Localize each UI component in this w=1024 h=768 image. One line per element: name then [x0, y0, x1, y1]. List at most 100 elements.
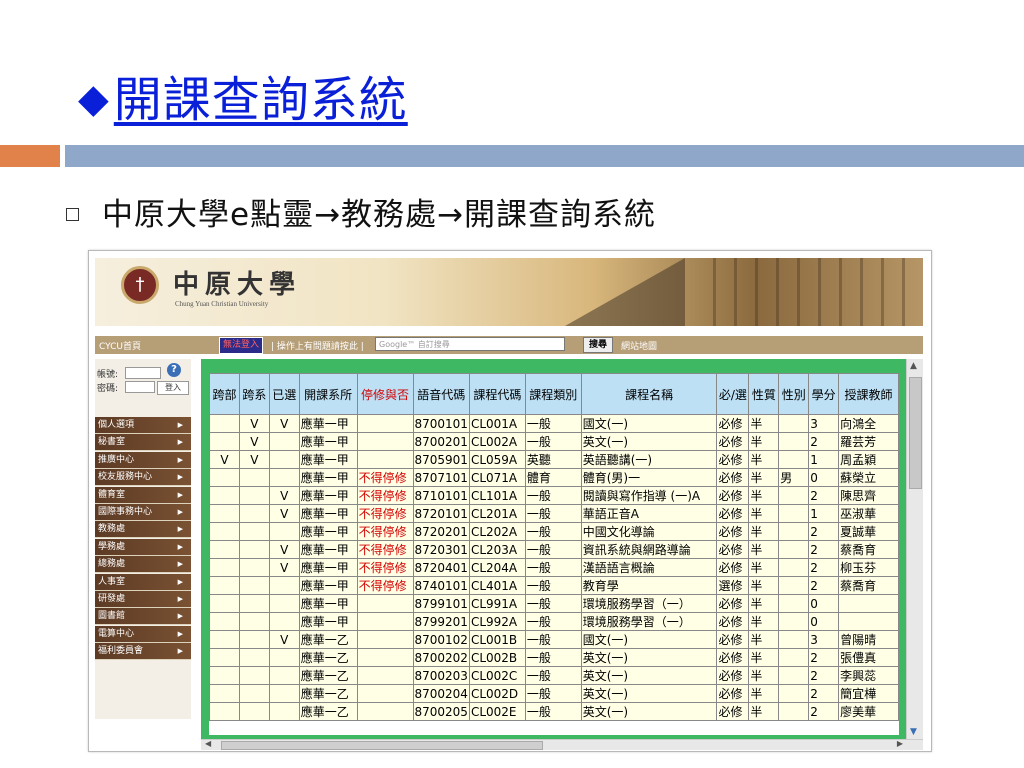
slide-title: ◆開課查詢系統 [78, 60, 408, 130]
sidebar-item[interactable]: 國際事務中心 ▶ [95, 503, 191, 522]
sidebar-item[interactable]: 福利委員會 ▶ [95, 643, 191, 661]
table-row[interactable]: V 應華一甲 8700201 CL002A 一般 英文(一) 必修半 2 羅芸芳 [209, 432, 899, 451]
table-row[interactable]: 應華一乙 8700205 CL002E 一般 英文(一) 必修半 2 廖美華 [209, 702, 899, 721]
sidebar-item[interactable]: 校友服務中心 ▶ [95, 469, 191, 487]
table-row[interactable]: V 應華一甲 不得停修 8720401 CL204A 一般 漢語語言概論 必修半 2 柳玉芬 [209, 558, 899, 577]
scroll-down-icon[interactable]: ▼ [910, 727, 917, 737]
column-header[interactable]: 開課系所 [298, 373, 358, 415]
table-row[interactable]: 應華一甲 不得停修 8740101 CL401A 一般 教育學 選修半 2 蔡喬育 [209, 576, 899, 595]
table-row[interactable]: 應華一甲 不得停修 8720201 CL202A 一般 中國文化導論 必修半 2 夏誠華 [209, 522, 899, 541]
table-cell: 半 [748, 558, 780, 577]
table-cell: 1 [808, 504, 840, 523]
sidebar-item[interactable]: 個人選項 ▶ [95, 417, 191, 435]
table-cell: 必修 [716, 414, 750, 433]
column-header[interactable]: 必/選 [716, 373, 750, 415]
horizontal-scrollbar[interactable]: ◀ ▶ [201, 739, 923, 750]
table-cell: 8700201 [412, 432, 470, 451]
login-button[interactable]: 登入 [157, 381, 189, 395]
column-header[interactable]: 課程名稱 [580, 373, 718, 415]
table-cell: 8700205 [412, 702, 470, 721]
sidebar-item[interactable]: 教務處 ▶ [95, 521, 191, 539]
password-input[interactable] [125, 381, 155, 393]
table-row[interactable]: V 應華一乙 8700102 CL001B 一般 國文(一) 必修半 3 曾陽晴 [209, 630, 899, 649]
hscroll-thumb[interactable] [221, 741, 543, 750]
table-cell: 半 [748, 486, 780, 505]
column-header[interactable]: 課程代碼 [468, 373, 526, 415]
login-issue-button[interactable]: 無法登入 [219, 337, 264, 354]
sidebar-item-label: 推廣中心 [98, 454, 135, 465]
table-row[interactable]: 應華一乙 8700204 CL002D 一般 英文(一) 必修半 2 簡宜樺 [209, 684, 899, 703]
table-cell: 2 [808, 486, 840, 505]
column-header[interactable]: 性質 [748, 373, 780, 415]
arrow-right-icon: ▶ [177, 438, 183, 447]
sitemap-link[interactable]: 網站地圖 [621, 339, 657, 352]
sidebar-item[interactable]: 圖書館 ▶ [95, 608, 191, 626]
table-row[interactable]: 應華一甲 8799201 CL992A 一般 環境服務學習（一） 必修半 0 [209, 612, 899, 631]
table-cell: 8799201 [412, 612, 470, 631]
sidebar-item[interactable]: 秘書室 ▶ [95, 434, 191, 452]
table-row[interactable]: 應華一甲 不得停修 8707101 CL071A 體育 體育(男)一 必修半男 0 蘇榮立 [209, 468, 899, 487]
home-link[interactable]: CYCU首頁 [99, 339, 141, 352]
table-cell: 8707101 [412, 468, 470, 487]
column-header[interactable]: 跨系 [238, 373, 270, 415]
column-header[interactable]: 語音代碼 [412, 373, 470, 415]
table-cell: 8700204 [412, 684, 470, 703]
table-cell: 半 [748, 504, 780, 523]
table-cell [778, 414, 810, 433]
arrow-right-icon: ▶ [177, 525, 183, 534]
table-cell: 不得停修 [356, 540, 414, 559]
table-row[interactable]: V 應華一甲 不得停修 8720101 CL201A 一般 華語正音A 必修半 1 巫淑華 [209, 504, 899, 523]
table-row[interactable]: 應華一甲 8799101 CL991A 一般 環境服務學習（一） 必修半 0 [209, 594, 899, 613]
scroll-left-icon[interactable]: ◀ [205, 739, 211, 748]
column-header[interactable]: 學分 [808, 373, 840, 415]
table-cell: 英文(一) [580, 432, 718, 451]
table-row[interactable]: V 應華一甲 不得停修 8710101 CL101A 一般 閱讀與寫作指導 (一)A 必修半 2… [209, 486, 899, 505]
sidebar-item[interactable]: 電算中心 ▶ [95, 625, 191, 643]
table-cell: 8799101 [412, 594, 470, 613]
table-cell: 應華一甲 [298, 612, 358, 631]
sidebar-item[interactable]: 推廣中心 ▶ [95, 451, 191, 469]
table-cell: 一般 [524, 648, 582, 667]
sidebar-item[interactable]: 人事室 ▶ [95, 573, 191, 591]
sidebar-item-label: 電算中心 [98, 628, 135, 639]
table-row[interactable]: V 應華一甲 不得停修 8720301 CL203A 一般 資訊系統與網路導論 必修半 2 蔡喬育 [209, 540, 899, 559]
column-header[interactable]: 跨部 [209, 373, 240, 415]
table-cell: 3 [808, 414, 840, 433]
sidebar-item[interactable]: 學務處 ▶ [95, 538, 191, 556]
help-icon[interactable]: ? [167, 363, 181, 377]
table-cell: 2 [808, 666, 840, 685]
help-link[interactable]: | 操作上有問題請按此 | [271, 339, 364, 352]
scroll-right-icon[interactable]: ▶ [897, 739, 903, 748]
university-seal-icon[interactable]: † [121, 266, 159, 304]
column-header[interactable]: 課程類別 [524, 373, 582, 415]
account-input[interactable] [125, 367, 161, 379]
rule-orange [0, 145, 60, 167]
column-header[interactable]: 性別 [778, 373, 810, 415]
table-cell: CL002D [468, 684, 526, 703]
table-cell: 必修 [716, 666, 750, 685]
table-cell: 一般 [524, 612, 582, 631]
column-header[interactable]: 授課教師 [838, 373, 899, 415]
sidebar-item-label: 教務處 [98, 524, 126, 535]
table-row[interactable]: V V 應華一甲 8705901 CL059A 英聽 英語聽講(一) 必修半 1 周孟穎 [209, 450, 899, 469]
table-row[interactable]: 應華一乙 8700202 CL002B 一般 英文(一) 必修半 2 張僼真 [209, 648, 899, 667]
sidebar-item[interactable]: 總務處 ▶ [95, 556, 191, 574]
column-header[interactable]: 已選 [268, 373, 300, 415]
table-cell [356, 432, 414, 451]
scroll-up-icon[interactable]: ▲ [910, 361, 917, 371]
table-cell: V [268, 504, 300, 523]
sidebar-item[interactable]: 體育室 ▶ [95, 486, 191, 504]
table-row[interactable]: 應華一乙 8700203 CL002C 一般 英文(一) 必修半 2 李興蕊 [209, 666, 899, 685]
column-header[interactable]: 停修與否 [356, 373, 414, 415]
sidebar: 帳號: 密碼: 登入 ? 個人選項 ▶ 秘書室 ▶ 推廣中心 ▶ 校友服務中心 ▶ 體育室 ▶ 國際… [95, 359, 191, 719]
sidebar-item[interactable]: 研發處 ▶ [95, 590, 191, 608]
search-button[interactable]: 搜尋 [583, 337, 614, 353]
scroll-thumb[interactable] [909, 377, 922, 489]
vertical-scrollbar[interactable]: ▲ ▼ [906, 359, 923, 739]
table-row[interactable]: V V 應華一甲 8700101 CL001A 一般 國文(一) 必修半 3 向鴻全 [209, 414, 899, 433]
table-cell: 應華一甲 [298, 576, 358, 595]
table-cell: 應華一甲 [298, 558, 358, 577]
table-cell [268, 684, 300, 703]
search-input[interactable]: Google™ 自訂搜尋 [375, 337, 565, 351]
university-logo-name[interactable]: 中原大學 [173, 264, 301, 301]
